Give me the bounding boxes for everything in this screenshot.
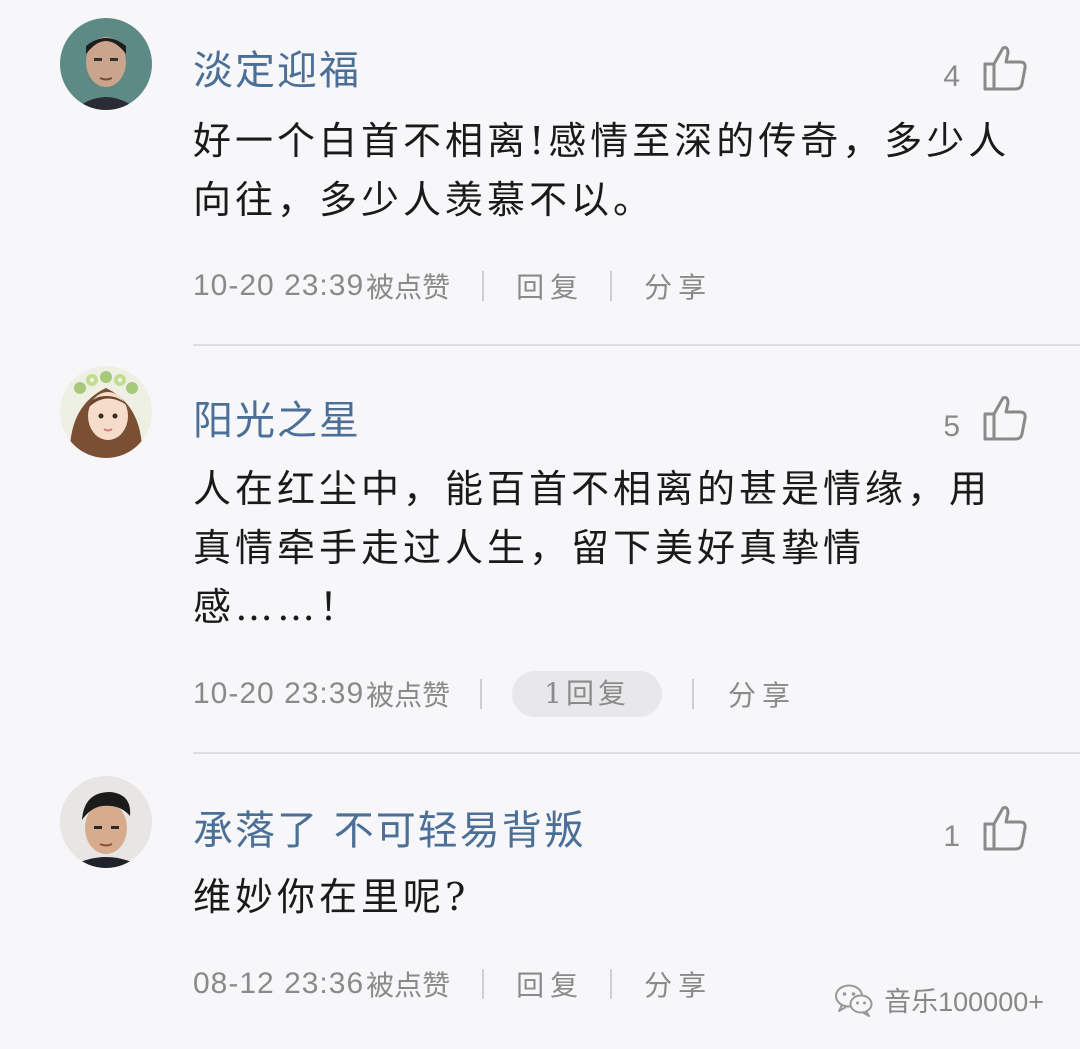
thumbs-up-icon[interactable] — [982, 394, 1028, 442]
avatar[interactable] — [60, 776, 152, 868]
comment-line: 维妙你在里呢? — [193, 875, 470, 919]
share-button[interactable]: 分享 — [644, 964, 712, 1004]
timestamp: 10-20 23:39 — [193, 269, 365, 302]
comment-line: 真情牵手走过人生，留下美好真挚情 — [193, 526, 866, 570]
separator — [480, 679, 483, 709]
comment-line: 向往，多少人羡慕不以。 — [193, 178, 656, 222]
wechat-icon — [835, 984, 873, 1017]
comment-text: 维妙你在里呢? — [193, 868, 1013, 927]
timestamp: 10-20 23:39 — [193, 677, 365, 710]
comment-line: 人在红尘中，能百首不相离的甚是情缘，用 — [193, 467, 992, 511]
watermark: 音乐100000+ — [834, 980, 1044, 1019]
username[interactable]: 阳光之星 — [193, 388, 361, 446]
comment-text: 人在红尘中，能百首不相离的甚是情缘，用 真情牵手走过人生，留下美好真挚情 感……… — [193, 460, 1013, 637]
thumbs-up-icon[interactable] — [982, 804, 1028, 852]
reply-button[interactable]: 1回复 — [512, 671, 662, 717]
liked-label: 被点赞 — [366, 271, 451, 304]
like-count: 5 — [943, 410, 960, 443]
comment-meta: 10-20 23:39 被点赞 回复 分享 — [193, 256, 712, 316]
like-count: 4 — [943, 60, 960, 93]
comment-line: 好一个白首不相离!感情至深的传奇，多少人 — [193, 119, 1011, 163]
liked-label: 被点赞 — [366, 679, 451, 712]
share-button[interactable]: 分享 — [728, 674, 796, 714]
avatar[interactable] — [60, 366, 152, 458]
comment-line: 感……！ — [193, 585, 362, 629]
separator — [610, 969, 613, 999]
username[interactable]: 淡定迎福 — [193, 38, 361, 96]
comment-meta: 10-20 23:39 被点赞 1回复 分享 — [193, 664, 796, 724]
thumbs-up-icon[interactable] — [982, 44, 1028, 92]
liked-label: 被点赞 — [366, 969, 451, 1002]
reply-button[interactable]: 回复 — [516, 266, 584, 306]
comment-text: 好一个白首不相离!感情至深的传奇，多少人 向往，多少人羡慕不以。 — [193, 112, 1013, 230]
separator — [691, 679, 694, 709]
like-count: 1 — [943, 820, 960, 853]
reply-button[interactable]: 回复 — [516, 964, 584, 1004]
watermark-text: 音乐100000+ — [884, 987, 1044, 1017]
separator — [482, 969, 485, 999]
separator — [610, 271, 613, 301]
comment-item: 淡定迎福 4 好一个白首不相离!感情至深的传奇，多少人 向往，多少人羡慕不以。 … — [0, 0, 1080, 346]
comment-meta: 08-12 23:36 被点赞 回复 分享 — [193, 954, 712, 1014]
separator — [482, 271, 485, 301]
username[interactable]: 承落了 不可轻易背叛 — [193, 798, 586, 856]
timestamp: 08-12 23:36 — [193, 967, 365, 1000]
avatar[interactable] — [60, 18, 152, 110]
comment-item: 阳光之星 5 人在红尘中，能百首不相离的甚是情缘，用 真情牵手走过人生，留下美好… — [0, 346, 1080, 754]
share-button[interactable]: 分享 — [644, 266, 712, 306]
